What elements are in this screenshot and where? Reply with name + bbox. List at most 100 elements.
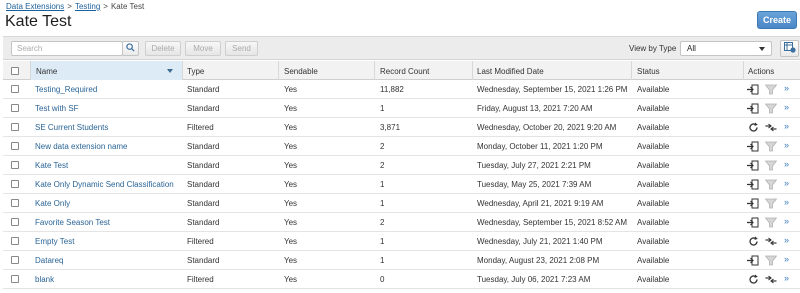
breadcrumb-testing[interactable]: Testing	[75, 2, 100, 11]
row-checkbox[interactable]	[11, 199, 19, 207]
breadcrumb-current: Kate Test	[110, 2, 145, 11]
refresh-icon[interactable]	[747, 235, 759, 247]
column-header-actions: Actions	[748, 67, 775, 76]
more-actions-icon[interactable]: »	[784, 273, 789, 283]
row-checkbox[interactable]	[11, 218, 19, 226]
row-name-link[interactable]: Favorite Season Test	[35, 218, 110, 227]
row-checkbox[interactable]	[11, 161, 19, 169]
column-divider	[30, 61, 31, 80]
import-icon[interactable]	[747, 216, 759, 228]
data-extensions-table: Name Type Sendable Record Count Last Mod…	[3, 61, 800, 289]
search-input[interactable]	[11, 41, 123, 56]
swap-icon[interactable]	[765, 121, 777, 133]
filter-icon[interactable]	[765, 159, 777, 171]
refresh-icon[interactable]	[747, 273, 759, 285]
table-row[interactable]: Kate Test Standard Yes 2 Tuesday, July 27, 2…	[3, 156, 800, 175]
table-row[interactable]: blank Filtered Yes 0 Tuesday, July 06, 2021 …	[3, 270, 800, 289]
column-header-type[interactable]: Type	[187, 67, 204, 76]
sort-descending-icon	[167, 69, 173, 73]
search-button[interactable]	[122, 41, 139, 56]
view-by-type-select[interactable]: All	[680, 41, 772, 56]
refresh-icon[interactable]	[747, 121, 759, 133]
column-header-name[interactable]: Name	[36, 67, 57, 76]
column-header-status[interactable]: Status	[637, 67, 660, 76]
swap-icon[interactable]	[765, 273, 777, 285]
row-checkbox[interactable]	[11, 256, 19, 264]
row-checkbox[interactable]	[11, 237, 19, 245]
row-checkbox[interactable]	[11, 104, 19, 112]
row-checkbox[interactable]	[11, 142, 19, 150]
more-actions-icon[interactable]: »	[784, 102, 789, 112]
import-icon[interactable]	[747, 83, 759, 95]
table-row[interactable]: Kate Only Standard Yes 1 Wednesday, April 21…	[3, 194, 800, 213]
filter-icon[interactable]	[765, 83, 777, 95]
row-last-modified: Tuesday, July 27, 2021 2:21 PM	[477, 161, 591, 170]
more-actions-icon[interactable]: »	[784, 83, 789, 93]
row-name-link[interactable]: Testing_Required	[35, 85, 97, 94]
filter-icon[interactable]	[765, 216, 777, 228]
more-actions-icon[interactable]: »	[784, 197, 789, 207]
row-name-link[interactable]: SE Current Students	[35, 123, 108, 132]
table-row[interactable]: Testing_Required Standard Yes 11,882 Wednesd…	[3, 80, 800, 99]
more-actions-icon[interactable]: »	[784, 159, 789, 169]
import-icon[interactable]	[747, 197, 759, 209]
row-checkbox[interactable]	[11, 275, 19, 283]
row-name-link[interactable]: Kate Only	[35, 199, 70, 208]
table-row[interactable]: Datareq Standard Yes 1 Monday, August 23, 20…	[3, 251, 800, 270]
filter-icon[interactable]	[765, 140, 777, 152]
move-button[interactable]: Move	[185, 41, 221, 56]
row-status: Available	[637, 161, 670, 170]
row-sendable: Yes	[284, 180, 298, 189]
row-type: Filtered	[187, 123, 214, 132]
row-type: Standard	[187, 180, 220, 189]
table-row[interactable]: Empty Test Filtered Yes 1 Wednesday, July 21…	[3, 232, 800, 251]
row-checkbox[interactable]	[11, 123, 19, 131]
filter-icon[interactable]	[765, 178, 777, 190]
column-header-record-count[interactable]: Record Count	[380, 67, 429, 76]
more-actions-icon[interactable]: »	[784, 121, 789, 131]
row-name-link[interactable]: Kate Only Dynamic Send Classification	[35, 180, 174, 189]
more-actions-icon[interactable]: »	[784, 178, 789, 188]
row-checkbox[interactable]	[11, 180, 19, 188]
row-name-link[interactable]: Empty Test	[35, 237, 74, 246]
row-name-link[interactable]: blank	[35, 275, 54, 284]
table-row[interactable]: New data extension name Standard Yes 2 Monda…	[3, 137, 800, 156]
row-name-link[interactable]: New data extension name	[35, 142, 128, 151]
row-record-count: 1	[380, 237, 385, 246]
select-all-checkbox[interactable]	[11, 67, 19, 75]
more-actions-icon[interactable]: »	[784, 216, 789, 226]
table-row[interactable]: SE Current Students Filtered Yes 3,871 Wedne…	[3, 118, 800, 137]
breadcrumb-data-extensions[interactable]: Data Extensions	[6, 2, 64, 11]
more-actions-icon[interactable]: »	[784, 235, 789, 245]
table-row[interactable]: Favorite Season Test Standard Yes 2 Wednesda…	[3, 213, 800, 232]
create-button[interactable]: Create	[757, 11, 797, 29]
more-actions-icon[interactable]: »	[784, 254, 789, 264]
table-row[interactable]: Test with SF Standard Yes 1 Friday, August 1…	[3, 99, 800, 118]
row-last-modified: Monday, August 23, 2021 2:08 PM	[477, 256, 600, 265]
row-name-link[interactable]: Datareq	[35, 256, 63, 265]
filter-icon[interactable]	[765, 254, 777, 266]
row-status: Available	[637, 123, 670, 132]
import-icon[interactable]	[747, 140, 759, 152]
column-divider	[374, 61, 375, 80]
filter-icon[interactable]	[765, 197, 777, 209]
import-icon[interactable]	[747, 254, 759, 266]
import-icon[interactable]	[747, 159, 759, 171]
import-icon[interactable]	[747, 178, 759, 190]
row-record-count: 1	[380, 199, 385, 208]
table-row[interactable]: Kate Only Dynamic Send Classification Sta…	[3, 175, 800, 194]
import-icon[interactable]	[747, 102, 759, 114]
more-actions-icon[interactable]: »	[784, 140, 789, 150]
row-name-link[interactable]: Kate Test	[35, 161, 68, 170]
swap-icon[interactable]	[765, 235, 777, 247]
grid-settings-button[interactable]	[780, 40, 799, 57]
send-button[interactable]: Send	[225, 41, 258, 56]
row-record-count: 2	[380, 218, 385, 227]
row-type: Filtered	[187, 275, 214, 284]
column-header-last-modified[interactable]: Last Modified Date	[477, 67, 544, 76]
row-checkbox[interactable]	[11, 85, 19, 93]
filter-icon[interactable]	[765, 102, 777, 114]
column-header-sendable[interactable]: Sendable	[284, 67, 318, 76]
row-name-link[interactable]: Test with SF	[35, 104, 79, 113]
delete-button[interactable]: Delete	[145, 41, 181, 56]
